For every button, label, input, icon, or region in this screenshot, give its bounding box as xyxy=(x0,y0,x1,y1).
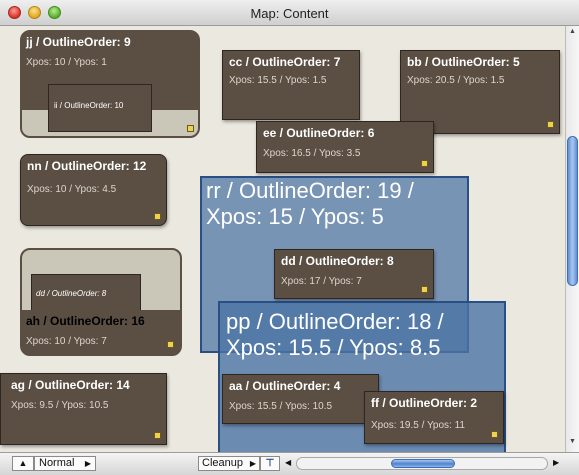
node-ff-title: ff / OutlineOrder: 2 xyxy=(371,396,478,410)
view-mode-label: Normal xyxy=(39,457,75,469)
node-dd[interactable]: dd / OutlineOrder: 8 Xpos: 17 / Ypos: 7 xyxy=(274,249,434,299)
container-jj[interactable]: jj / OutlineOrder: 9 Xpos: 10 / Ypos: 1 … xyxy=(20,30,200,138)
resize-handle-icon[interactable] xyxy=(187,125,194,132)
resize-handle-icon[interactable] xyxy=(167,341,174,348)
node-nn-sub: Xpos: 10 / Ypos: 4.5 xyxy=(27,184,117,195)
cleanup-label: Cleanup xyxy=(202,457,243,469)
vertical-scrollbar[interactable]: ▲ ▼ xyxy=(565,26,579,452)
resize-handle-icon[interactable] xyxy=(547,121,554,128)
node-ff-sub: Xpos: 19.5 / Ypos: 11 xyxy=(371,420,465,431)
pin-button[interactable]: ⊤ xyxy=(260,456,280,471)
node-ff[interactable]: ff / OutlineOrder: 2 Xpos: 19.5 / Ypos: … xyxy=(364,391,504,444)
adornment-rr-title: rr / OutlineOrder: 19 / Xpos: 15 / Ypos:… xyxy=(206,178,414,229)
scroll-down-arrow-icon[interactable]: ▼ xyxy=(569,438,576,446)
node-dd-alias[interactable]: dd / OutlineOrder: 8 xyxy=(31,274,141,312)
cleanup-button[interactable]: Cleanup ▶ xyxy=(198,456,260,471)
resize-handle-icon[interactable] xyxy=(154,432,161,439)
node-dd-alias-title: dd / OutlineOrder: 8 xyxy=(36,289,107,298)
node-bb-sub: Xpos: 20.5 / Ypos: 1.5 xyxy=(407,75,505,86)
resize-handle-icon[interactable] xyxy=(421,286,428,293)
bottom-toolbar: ▲ Normal ▶ Cleanup ▶ ⊤ ◀ ▶ xyxy=(0,452,579,475)
node-aa-title: aa / OutlineOrder: 4 xyxy=(229,379,341,393)
scroll-right-arrow-icon[interactable]: ▶ xyxy=(553,458,559,467)
container-ah[interactable]: dd / OutlineOrder: 8 ah / OutlineOrder: … xyxy=(20,248,182,356)
node-aa[interactable]: aa / OutlineOrder: 4 Xpos: 15.5 / Ypos: … xyxy=(222,374,379,424)
resize-handle-icon[interactable] xyxy=(491,431,498,438)
horizontal-scroll-thumb[interactable] xyxy=(391,459,455,468)
node-ii-title: ii / OutlineOrder: 10 xyxy=(54,101,124,110)
node-ii[interactable]: ii / OutlineOrder: 10 xyxy=(48,84,152,132)
node-ee-title: ee / OutlineOrder: 6 xyxy=(263,126,375,140)
view-mode-select[interactable]: Normal ▶ xyxy=(34,456,96,471)
node-nn-title: nn / OutlineOrder: 12 xyxy=(27,159,147,173)
node-nn[interactable]: nn / OutlineOrder: 12 Xpos: 10 / Ypos: 4… xyxy=(20,154,167,226)
node-jj-sub: Xpos: 10 / Ypos: 1 xyxy=(26,57,107,68)
adornment-pp-title: pp / OutlineOrder: 18 / Xpos: 15.5 / Ypo… xyxy=(226,309,444,360)
scroll-left-arrow-icon[interactable]: ◀ xyxy=(285,458,291,467)
scroll-top-button[interactable]: ▲ xyxy=(12,456,34,471)
node-jj-title: jj / OutlineOrder: 9 xyxy=(26,35,131,49)
node-bb-title: bb / OutlineOrder: 5 xyxy=(407,55,520,69)
node-ag-title: ag / OutlineOrder: 14 xyxy=(11,378,130,392)
menu-arrow-icon: ▶ xyxy=(249,459,256,468)
node-dd-sub: Xpos: 17 / Ypos: 7 xyxy=(281,276,362,287)
up-arrow-icon: ▲ xyxy=(18,458,28,468)
map-canvas[interactable]: rr / OutlineOrder: 19 / Xpos: 15 / Ypos:… xyxy=(0,26,565,452)
resize-handle-icon[interactable] xyxy=(154,213,161,220)
node-dd-title: dd / OutlineOrder: 8 xyxy=(281,254,394,268)
node-ag[interactable]: ag / OutlineOrder: 14 Xpos: 9.5 / Ypos: … xyxy=(0,373,167,445)
resize-handle-icon[interactable] xyxy=(421,160,428,167)
node-cc-title: cc / OutlineOrder: 7 xyxy=(229,55,341,69)
node-ee-sub: Xpos: 16.5 / Ypos: 3.5 xyxy=(263,148,361,159)
window-title: Map: Content xyxy=(250,6,329,21)
scroll-up-arrow-icon[interactable]: ▲ xyxy=(569,28,576,36)
node-ag-sub: Xpos: 9.5 / Ypos: 10.5 xyxy=(11,400,109,411)
menu-arrow-icon: ▶ xyxy=(84,459,91,468)
window-titlebar[interactable]: Map: Content xyxy=(0,0,579,26)
node-cc[interactable]: cc / OutlineOrder: 7 Xpos: 15.5 / Ypos: … xyxy=(222,50,360,120)
node-ah-sub: Xpos: 10 / Ypos: 7 xyxy=(26,336,107,347)
node-aa-sub: Xpos: 15.5 / Ypos: 10.5 xyxy=(229,401,333,412)
node-cc-sub: Xpos: 15.5 / Ypos: 1.5 xyxy=(229,75,327,86)
node-ah-title: ah / OutlineOrder: 16 xyxy=(26,314,145,328)
pin-icon: ⊤ xyxy=(265,458,275,469)
vertical-scroll-thumb[interactable] xyxy=(567,136,578,286)
node-ee[interactable]: ee / OutlineOrder: 6 Xpos: 16.5 / Ypos: … xyxy=(256,121,434,173)
horizontal-scrollbar[interactable] xyxy=(296,457,548,470)
